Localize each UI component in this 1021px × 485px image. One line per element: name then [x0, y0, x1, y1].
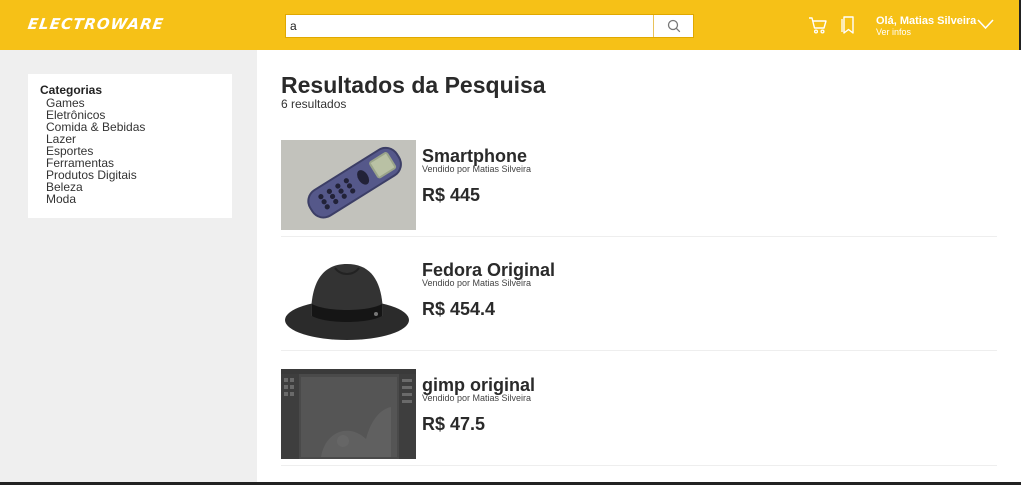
result-count: 6 resultados: [281, 97, 347, 111]
result-item[interactable]: gimp original Vendido por Matias Silveir…: [281, 369, 997, 466]
page-title: Resultados da Pesquisa: [281, 72, 546, 98]
result-price: R$ 454.4: [422, 299, 496, 319]
category-item-moda[interactable]: Moda: [40, 193, 232, 205]
user-info-link[interactable]: Ver infos: [876, 27, 976, 37]
result-item[interactable]: Smartphone Vendido por Matias Silveira R…: [281, 140, 997, 237]
result-item[interactable]: Fedora Original Vendido por Matias Silve…: [281, 254, 997, 351]
result-seller: Vendido por Matias Silveira: [422, 164, 532, 174]
result-price: R$ 47.5: [422, 414, 486, 434]
cart-button[interactable]: [807, 14, 829, 36]
categories-panel: Categorias Games Eletrônicos Comida & Be…: [28, 74, 232, 218]
user-menu[interactable]: Olá, Matias Silveira Ver infos: [876, 15, 976, 37]
user-greeting: Olá, Matias Silveira: [876, 15, 977, 27]
hat-image[interactable]: [281, 254, 416, 344]
bookmark-button[interactable]: [837, 14, 859, 36]
result-price: R$ 445: [422, 185, 481, 205]
header: ELECTROWARE Olá, Matias Silveira Ver inf…: [0, 0, 1021, 50]
result-seller: Vendido por Matias Silveira: [422, 278, 532, 288]
logo[interactable]: ELECTROWARE: [27, 15, 166, 33]
search-input[interactable]: [286, 15, 653, 37]
bookmark-icon: [841, 16, 854, 34]
search-bar: [285, 14, 694, 38]
search-icon: [667, 19, 680, 33]
search-button[interactable]: [653, 15, 693, 37]
result-seller: Vendido por Matias Silveira: [422, 393, 532, 403]
chevron-down-icon[interactable]: [977, 18, 994, 30]
cart-icon: [809, 17, 827, 34]
phone-image[interactable]: [281, 140, 416, 230]
gimp-screenshot-image[interactable]: [281, 369, 416, 459]
